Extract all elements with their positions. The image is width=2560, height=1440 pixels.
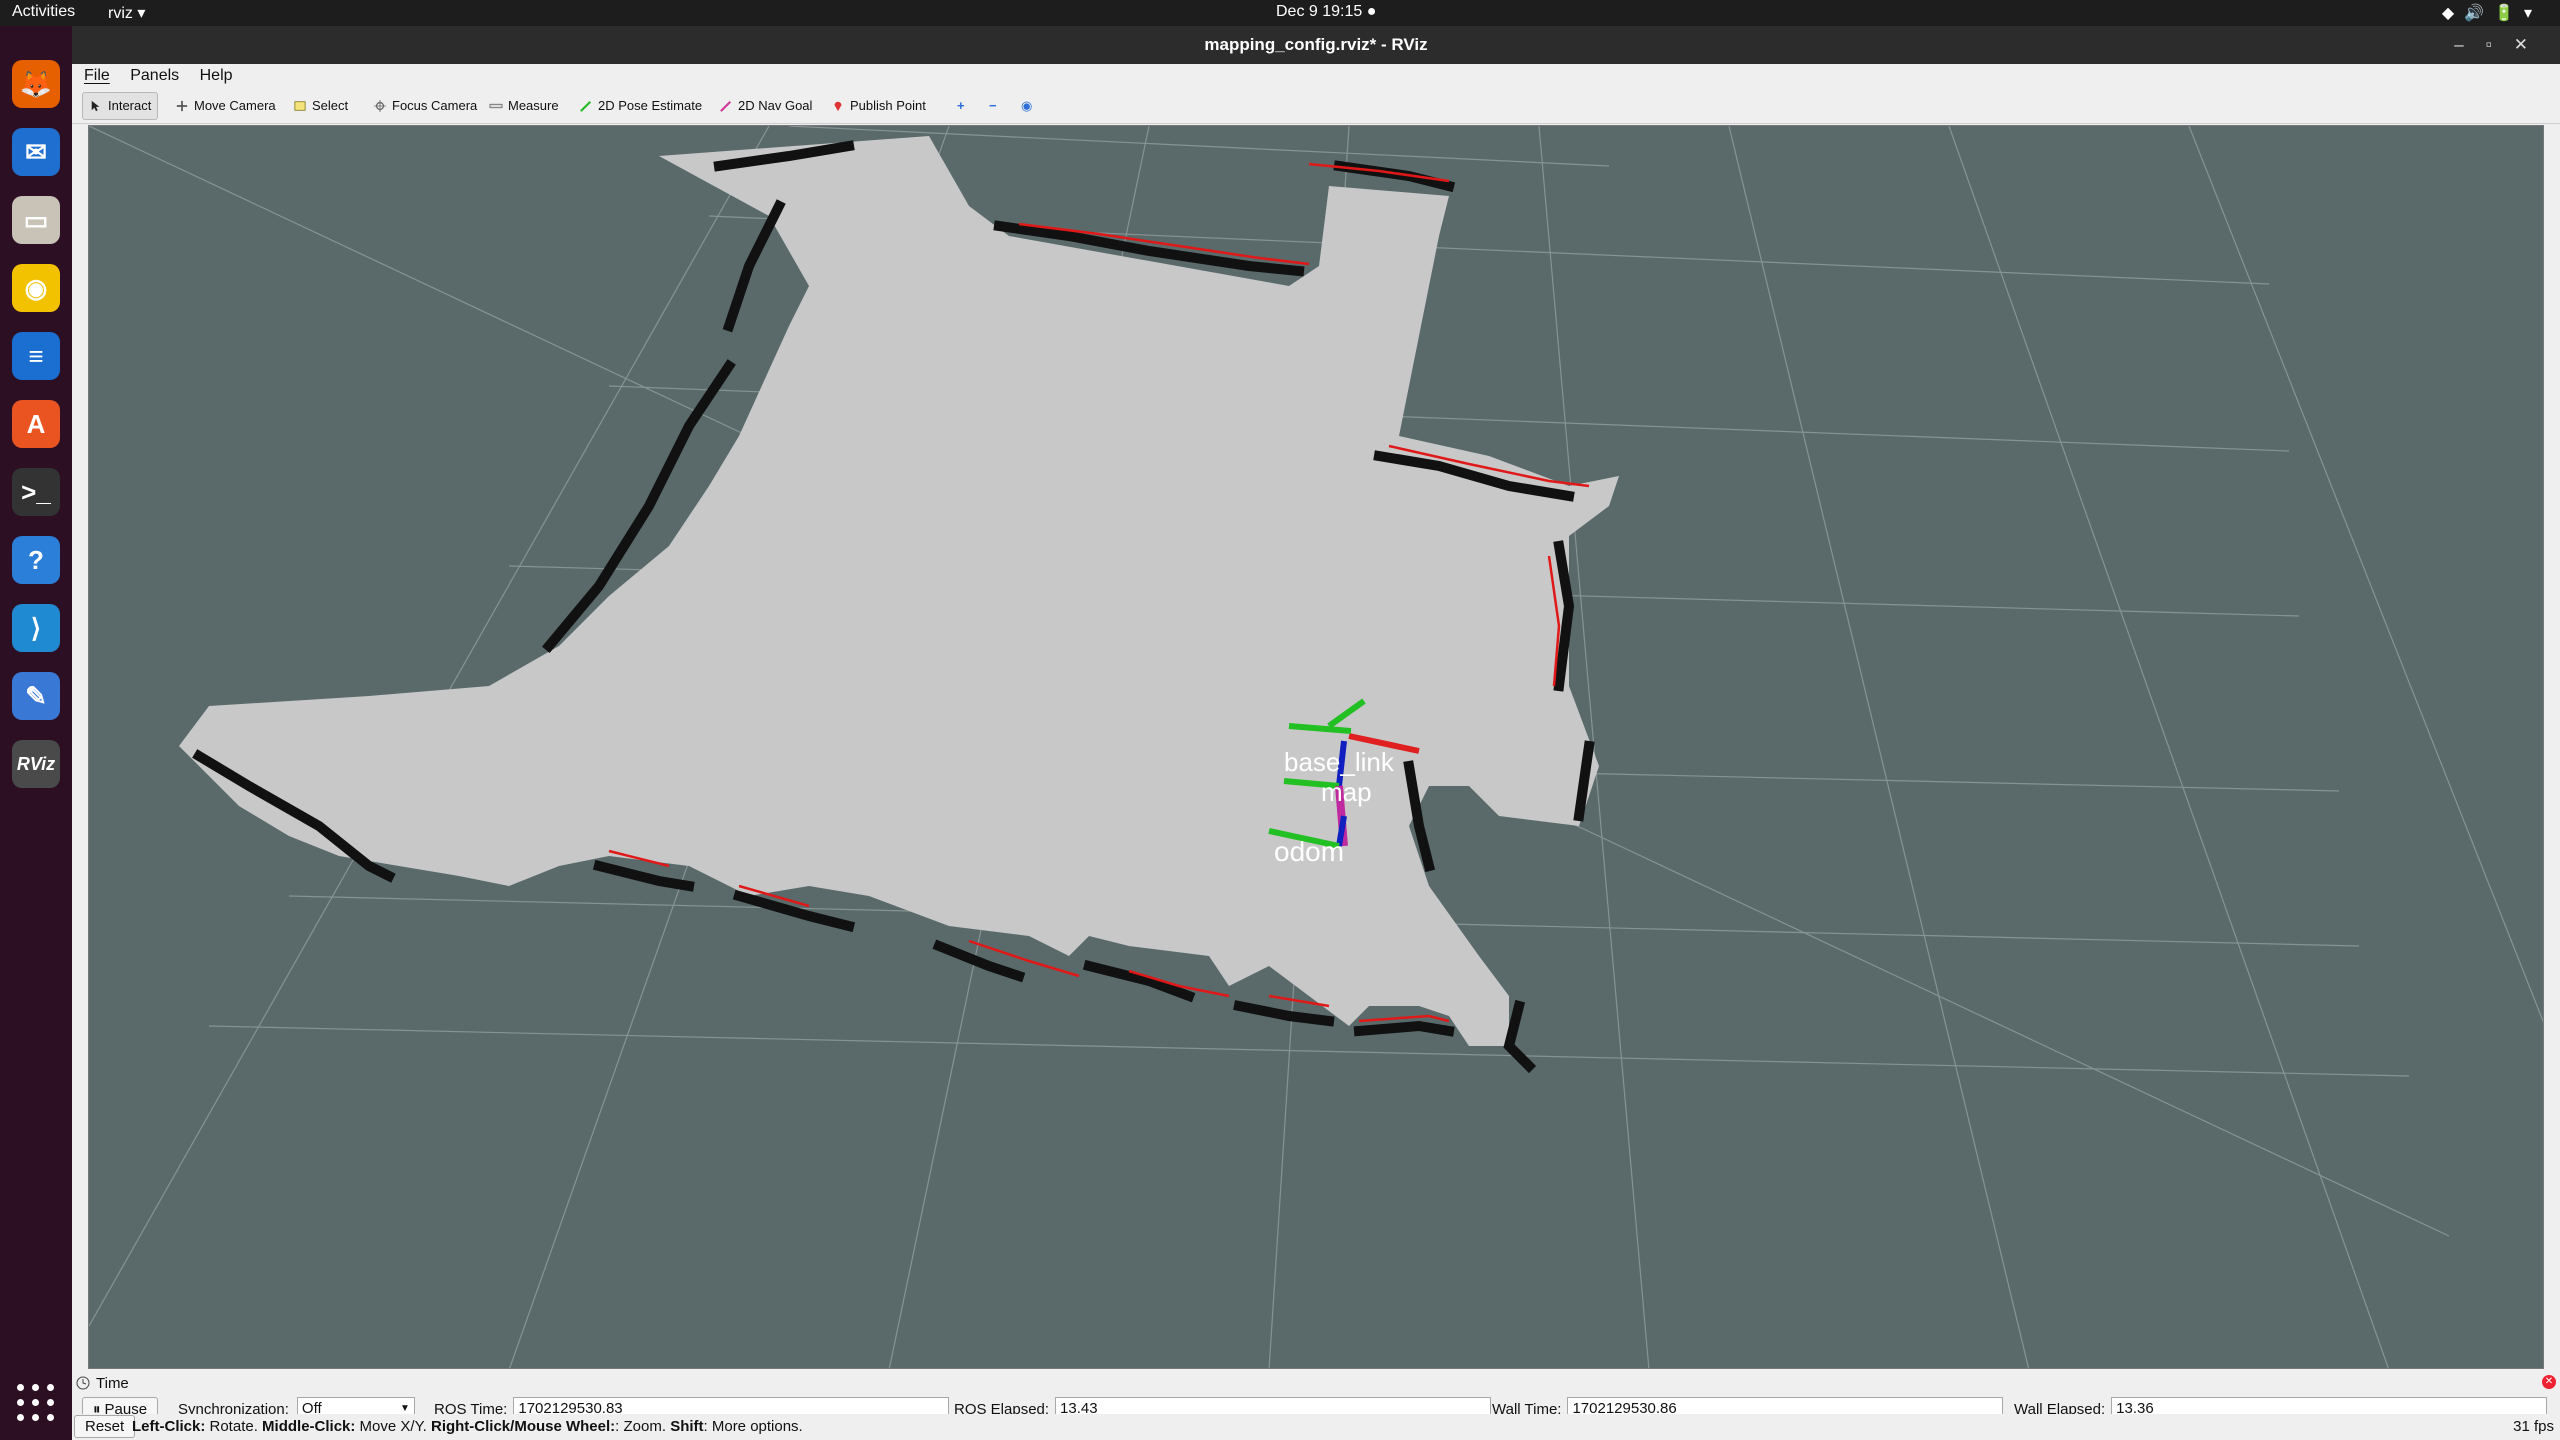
window-titlebar[interactable]: mapping_config.rviz* - RViz –▫✕: [72, 26, 2560, 64]
interact-label: Interact: [108, 98, 152, 113]
vscode-icon[interactable]: ⟩: [12, 604, 60, 652]
dock: 🦊 ✉ ▭ ◉ ≡ A >_? ⟩ ✎ RViz: [0, 26, 72, 1440]
pose-estimate-label: 2D Pose Estimate: [598, 98, 703, 113]
eye-icon: ◉: [1021, 98, 1033, 113]
shift-desc: : More options.: [703, 1418, 803, 1435]
map-pin-icon: [834, 101, 842, 112]
status-help-text: Left-Click: Rotate. Middle-Click: Move X…: [132, 1418, 803, 1435]
green-arrow-icon: [580, 100, 592, 112]
menu-file[interactable]: File: [84, 64, 110, 88]
select-button[interactable]: Select: [286, 92, 355, 120]
tool-bar: Interact Move Camera Select Focus Camera…: [72, 88, 2560, 124]
publish-point-label: Publish Point: [850, 98, 926, 113]
3d-viewport[interactable]: base_link map odom: [88, 125, 2544, 1369]
publish-point-button[interactable]: Publish Point: [824, 92, 933, 120]
terminal-icon[interactable]: >_: [12, 468, 60, 516]
nav-goal-label: 2D Nav Goal: [738, 98, 813, 113]
system-top-bar: Activities rviz ▾ Dec 9 19:15 ● ◆🔊🔋▾: [0, 0, 2560, 26]
measure-button[interactable]: Measure: [482, 92, 566, 120]
time-panel-header: Time: [76, 1374, 129, 1392]
text-editor-icon[interactable]: ✎: [12, 672, 60, 720]
move-camera-button[interactable]: Move Camera: [168, 92, 283, 120]
frame-label-base-link: base_link: [1284, 747, 1395, 777]
nav-goal-button[interactable]: 2D Nav Goal: [712, 92, 819, 120]
shift-key: Shift: [670, 1418, 704, 1435]
frame-label-map: map: [1321, 777, 1372, 807]
fps-counter: 31 fps: [2513, 1418, 2554, 1435]
show-applications-icon[interactable]: [17, 1384, 55, 1422]
rviz-window: mapping_config.rviz* - RViz –▫✕ File Pan…: [72, 26, 2560, 1440]
plus-icon: +: [957, 98, 965, 113]
pink-arrow-icon: [720, 100, 732, 112]
remove-tool-button[interactable]: −: [982, 92, 1004, 120]
select-icon: [294, 101, 306, 111]
reset-button[interactable]: Reset: [74, 1415, 136, 1438]
reset-label: Reset: [85, 1418, 125, 1435]
add-tool-button[interactable]: +: [950, 92, 972, 120]
cursor-icon: [91, 100, 100, 112]
focus-camera-label: Focus Camera: [392, 98, 478, 113]
menu-help[interactable]: Help: [200, 64, 233, 88]
window-title: mapping_config.rviz* - RViz: [1204, 35, 1428, 54]
app-menu[interactable]: rviz ▾: [108, 3, 145, 23]
rhythmbox-icon[interactable]: ◉: [12, 264, 60, 312]
middle-click-desc: Move X/Y.: [355, 1418, 431, 1435]
right-click-key: Right-Click/Mouse Wheel:: [430, 1418, 616, 1435]
system-tray[interactable]: ◆🔊🔋▾: [2442, 3, 2542, 23]
time-panel-title: Time: [96, 1374, 129, 1392]
menu-panels[interactable]: Panels: [130, 64, 179, 88]
firefox-icon[interactable]: 🦊: [12, 60, 60, 108]
software-icon[interactable]: A: [12, 400, 60, 448]
move-camera-icon: [176, 100, 188, 112]
rviz-icon[interactable]: RViz: [12, 740, 60, 788]
focus-camera-icon: [374, 100, 386, 112]
files-icon[interactable]: ▭: [12, 196, 60, 244]
viewport-canvas[interactable]: base_link map odom: [89, 126, 2544, 1369]
frame-label-odom: odom: [1274, 836, 1344, 867]
writer-icon[interactable]: ≡: [12, 332, 60, 380]
help-icon[interactable]: ?: [12, 536, 60, 584]
pose-estimate-button[interactable]: 2D Pose Estimate: [572, 92, 709, 120]
window-controls[interactable]: –▫✕: [2454, 26, 2550, 64]
select-label: Select: [312, 98, 349, 113]
interact-tool-button[interactable]: Interact: [82, 92, 159, 120]
camera-options-button[interactable]: ◉: [1014, 92, 1039, 120]
thunderbird-icon[interactable]: ✉: [12, 128, 60, 176]
focus-camera-button[interactable]: Focus Camera: [366, 92, 484, 120]
menu-bar: File Panels Help: [72, 64, 2560, 88]
ruler-icon: [489, 103, 503, 109]
close-panel-icon[interactable]: ✕: [2542, 1375, 2556, 1389]
activities-button[interactable]: Activities: [12, 3, 75, 21]
middle-click-key: Middle-Click:: [262, 1418, 356, 1435]
move-camera-label: Move Camera: [194, 98, 276, 113]
clock-icon: [76, 1376, 90, 1390]
right-click-desc: : Zoom.: [615, 1418, 671, 1435]
left-click-desc: Rotate.: [205, 1418, 263, 1435]
measure-label: Measure: [508, 98, 559, 113]
clock[interactable]: Dec 9 19:15 ●: [1276, 3, 1376, 21]
status-bar: Reset Left-Click: Rotate. Middle-Click: …: [72, 1414, 2560, 1440]
minus-icon: −: [989, 98, 997, 113]
left-click-key: Left-Click:: [132, 1418, 206, 1435]
